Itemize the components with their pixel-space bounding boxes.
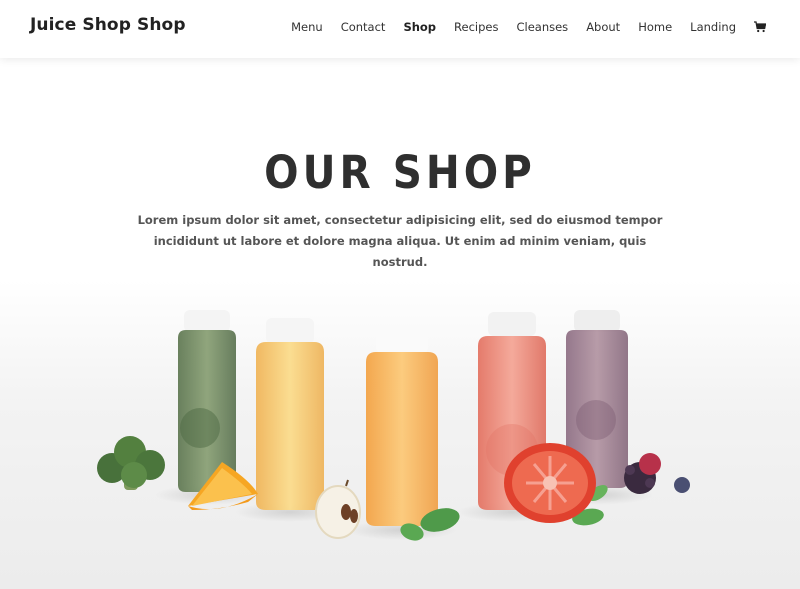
page-subtitle: Lorem ipsum dolor sit amet, consectetur … [137,213,663,269]
nav-item-contact[interactable]: Contact [341,20,386,34]
hero-image [0,280,800,589]
nav-item-shop[interactable]: Shop [403,20,436,34]
juice-bottles-illustration [97,310,690,541]
nav-item-home[interactable]: Home [638,20,672,34]
tomato-half [504,443,596,523]
orange-juice-bottle [366,326,438,526]
nav-item-recipes[interactable]: Recipes [454,20,498,34]
site-logo[interactable]: Juice Shop Shop [30,15,186,35]
green-juice-bottle [178,310,236,492]
nav-item-about[interactable]: About [586,20,620,34]
main-nav: Menu Contact Shop Recipes Cleanses About… [273,20,766,34]
nav-item-menu[interactable]: Menu [291,20,323,34]
site-header: Juice Shop Shop Menu Contact Shop Recipe… [0,0,800,58]
nav-item-landing[interactable]: Landing [690,20,736,34]
berries [624,453,690,494]
yellow-juice-bottle [256,318,324,510]
broccoli [97,436,165,490]
nav-item-cleanses[interactable]: Cleanses [516,20,568,34]
cart-icon[interactable] [754,21,766,33]
page-title: OUR SHOP [264,146,536,199]
